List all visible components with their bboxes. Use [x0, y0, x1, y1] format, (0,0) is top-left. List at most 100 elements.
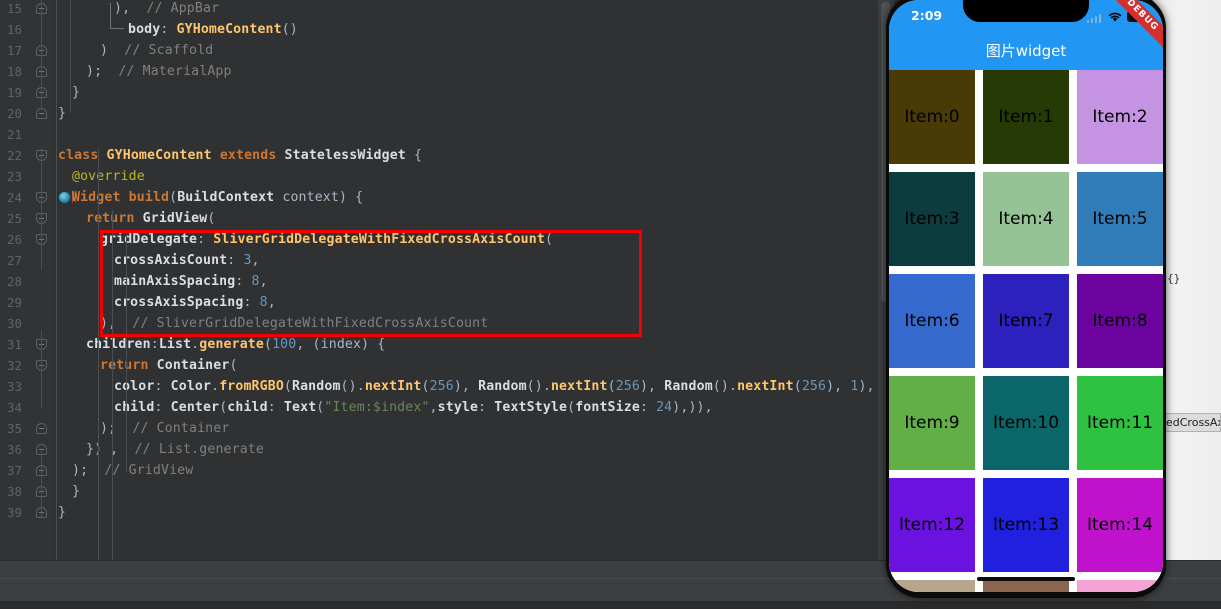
code-line[interactable]: color: Color.fromRGBO(Random().nextInt(2… [114, 376, 875, 397]
grid-item-label: Item:11 [1086, 413, 1154, 433]
line-number: 16 [6, 22, 22, 37]
line-number: 34 [6, 400, 22, 415]
code-line[interactable]: ) // Scaffold [100, 40, 213, 61]
code-line[interactable]: ), // AppBar [114, 0, 219, 19]
grid-item-label: Item:1 [998, 107, 1054, 127]
grid-item[interactable]: Item:2 [1077, 70, 1163, 164]
grid-item[interactable]: Item:4 [983, 172, 1069, 266]
code-line[interactable]: body: GYHomeContent() [128, 19, 298, 40]
code-line[interactable]: ); // MaterialApp [86, 61, 232, 82]
device-notch [963, 0, 1089, 22]
line-number: 24 [6, 190, 22, 205]
line-number: 35 [6, 421, 22, 436]
iphone-simulator-window[interactable]: 2:09 图片widget DEBUG Item:0 Item:1 Item:2 It… [886, 0, 1166, 598]
grid-item[interactable]: Item:7 [983, 274, 1069, 368]
editor-fold-strip[interactable] [28, 0, 77, 560]
grid-item[interactable]: Item:5 [1077, 172, 1163, 266]
grid-item-label: Item:4 [998, 209, 1054, 229]
grid-item-label: Item:10 [992, 413, 1060, 433]
grid-item-label: Item:9 [904, 413, 960, 433]
line-number: 19 [6, 85, 22, 100]
code-fold-toggle-icon[interactable] [36, 423, 47, 434]
code-completion-tooltip: edCrossAx [1163, 413, 1221, 432]
fold-connector-line [41, 0, 42, 110]
code-line[interactable]: children:List.generate(100, (index) { [86, 334, 385, 355]
grid-item-label: Item:5 [1092, 209, 1148, 229]
line-number: 17 [6, 43, 22, 58]
line-number: 38 [6, 484, 22, 499]
code-line[interactable]: } [58, 103, 66, 124]
grid-item[interactable]: Item:1 [983, 70, 1069, 164]
grid-item[interactable]: Item:6 [889, 274, 975, 368]
code-line[interactable]: child: Center(child: Text("Item:$index",… [114, 397, 713, 418]
line-number: 25 [6, 211, 22, 226]
ide-window: n {} edCrossAx 1516171819202122232425262… [0, 0, 1221, 609]
line-number: 27 [6, 253, 22, 268]
line-number: 29 [6, 295, 22, 310]
code-line[interactable]: @override [72, 166, 145, 187]
wifi-icon [1108, 12, 1122, 22]
grid-item[interactable]: Item:14 [1077, 478, 1163, 572]
code-line[interactable]: } [72, 82, 80, 103]
gridview[interactable]: Item:0 Item:1 Item:2 Item:3 Item:4 Item:5 Item… [889, 70, 1163, 592]
line-number: 18 [6, 64, 22, 79]
appbar-title: 图片widget [985, 42, 1067, 60]
structure-connector [110, 3, 124, 29]
code-line[interactable]: } [72, 481, 80, 502]
grid-item[interactable]: Item:16 [983, 580, 1069, 592]
fold-connector-line [41, 448, 42, 518]
line-number: 26 [6, 232, 22, 247]
grid-item-label: Item:3 [904, 209, 960, 229]
grid-item-label: Item:2 [1092, 107, 1148, 127]
line-number: 39 [6, 505, 22, 520]
code-line[interactable]: return Container( [100, 355, 238, 376]
simulator-screen[interactable]: 2:09 图片widget DEBUG Item:0 Item:1 Item:2 It… [889, 0, 1163, 592]
code-line[interactable]: ); // Container [100, 418, 229, 439]
grid-item-label: Item:12 [898, 515, 966, 535]
code-line[interactable]: } [58, 502, 66, 523]
code-content[interactable]: ), // AppBar body: GYHomeContent()) // Sc… [54, 0, 894, 560]
code-line[interactable]: Widget build(BuildContext context) { [72, 187, 363, 208]
code-line[interactable]: return GridView( [86, 208, 215, 229]
line-number: 20 [6, 106, 22, 121]
grid-item[interactable]: Item:9 [889, 376, 975, 470]
line-number: 32 [6, 358, 22, 373]
code-line[interactable]: gridDelegate: SliverGridDelegateWithFixe… [100, 229, 553, 250]
code-line[interactable]: ); // GridView [72, 460, 193, 481]
grid-item[interactable]: Item:10 [983, 376, 1069, 470]
fold-connector-line [41, 148, 42, 270]
grid-item-label: Item:6 [904, 311, 960, 331]
grid-item[interactable]: Item:17 [1077, 580, 1163, 592]
indent-guide [98, 148, 99, 560]
grid-item[interactable]: Item:11 [1077, 376, 1163, 470]
editor-gutter[interactable]: 15 16 17 18 19 20 21 22 23 24 25 26 27 28 29 30 31 32 33 34… [0, 0, 28, 560]
grid-item-label: Item:13 [992, 515, 1060, 535]
fold-connector-line [41, 330, 42, 408]
code-line[interactable]: crossAxisSpacing: 8, [114, 292, 276, 313]
line-number: 30 [6, 316, 22, 331]
line-number: 15 [6, 1, 22, 16]
home-indicator[interactable] [977, 577, 1075, 581]
status-bar-clock: 2:09 [911, 8, 943, 23]
indent-guide [112, 210, 113, 560]
grid-item-label: Item:14 [1086, 515, 1154, 535]
code-line[interactable]: class GYHomeContent extends StatelessWid… [58, 145, 422, 166]
line-number: 23 [6, 169, 22, 184]
gridview-scrollbar[interactable] [1161, 0, 1163, 592]
code-line[interactable]: ), // SliverGridDelegateWithFixedCrossAx… [100, 313, 488, 334]
line-number: 33 [6, 379, 22, 394]
indent-guide [70, 0, 71, 112]
indent-guide [56, 0, 57, 560]
grid-item[interactable]: Item:15 [889, 580, 975, 592]
grid-item[interactable]: Item:3 [889, 172, 975, 266]
grid-item[interactable]: Item:12 [889, 478, 975, 572]
grid-item[interactable]: Item:13 [983, 478, 1069, 572]
code-line[interactable]: mainAxisSpacing: 8, [114, 271, 268, 292]
line-number: 36 [6, 442, 22, 457]
grid-item[interactable]: Item:8 [1077, 274, 1163, 368]
flutter-appbar: 2:09 图片widget DEBUG [889, 0, 1163, 70]
grid-item[interactable]: Item:0 [889, 70, 975, 164]
code-line[interactable]: crossAxisCount: 3, [114, 250, 260, 271]
code-editor-pane[interactable]: 15 16 17 18 19 20 21 22 23 24 25 26 27 28 29 30 31 32 33 34… [0, 0, 894, 560]
line-number: 21 [6, 127, 22, 142]
